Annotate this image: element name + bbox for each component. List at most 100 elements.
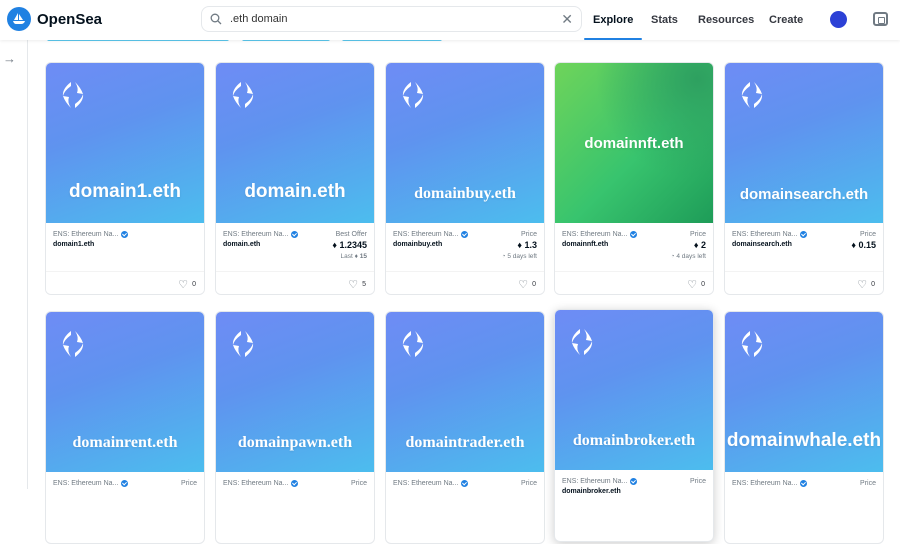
verified-icon <box>291 480 298 487</box>
card-footer: ♡5 <box>216 271 374 295</box>
asset-name: domain1.eth <box>53 241 197 248</box>
price-block: Price <box>690 478 706 485</box>
asset-image[interactable]: domainsearch.eth <box>725 63 883 223</box>
boat-icon <box>7 7 31 31</box>
card-footer: ♡0 <box>725 271 883 295</box>
image-domain-text: domainrent.eth <box>46 434 204 452</box>
price-block: Price♦ 1.3◔ 5 days left <box>502 231 537 260</box>
price-value: ♦ 2 <box>671 240 706 250</box>
ens-logo-icon <box>230 330 256 363</box>
clock-icon: ◔ <box>671 253 675 260</box>
asset-card[interactable]: domainbuy.ethENS: Ethereum Na...domainbu… <box>385 62 545 295</box>
image-domain-text: domainwhale.eth <box>725 430 883 452</box>
price-label: Price <box>690 478 706 485</box>
arrow-right-icon[interactable]: → <box>3 51 16 66</box>
asset-card[interactable]: domainrent.eth ENS: Ethereum Na...Price <box>45 311 205 544</box>
asset-image[interactable]: domain.eth <box>216 63 374 223</box>
asset-info: ENS: Ethereum Na...Price <box>216 472 374 520</box>
ens-logo-icon <box>60 81 86 114</box>
image-domain-text: domainpawn.eth <box>216 434 374 452</box>
time-left: ◔ 5 days left <box>502 253 537 260</box>
card-footer: ♡0 <box>555 271 713 295</box>
ens-logo-icon <box>739 330 765 363</box>
collection-link[interactable]: ENS: Ethereum Na... <box>732 480 876 487</box>
price-block: Price <box>521 480 537 487</box>
image-domain-text: domaintrader.eth <box>386 434 544 452</box>
nav-stats[interactable]: Stats <box>651 0 678 40</box>
like-count: 5 <box>362 281 366 288</box>
price-label: Price <box>351 480 367 487</box>
time-left: ◔ 4 days left <box>671 253 706 260</box>
verified-icon <box>800 480 807 487</box>
image-domain-text: domainbroker.eth <box>555 432 713 450</box>
collection-link[interactable]: ENS: Ethereum Na... <box>223 480 367 487</box>
last-sale: Last ♦ 15 <box>332 253 367 260</box>
asset-name: domainbroker.eth <box>562 488 706 495</box>
asset-card[interactable]: domainbroker.eth ENS: Ethereum Na... domai… <box>554 309 714 542</box>
collection-link[interactable]: ENS: Ethereum Na... <box>393 480 537 487</box>
collection-link[interactable]: ENS: Ethereum Na... <box>562 478 706 485</box>
verified-icon <box>121 231 128 238</box>
asset-image[interactable]: domainpawn.eth <box>216 312 374 472</box>
nav-create[interactable]: Create <box>769 0 803 40</box>
heart-icon[interactable]: ♡ <box>857 278 867 291</box>
heart-icon[interactable]: ♡ <box>518 278 528 291</box>
opensea-logo[interactable]: OpenSea <box>7 7 102 31</box>
search-bar[interactable]: ✕ <box>201 6 582 32</box>
top-header: OpenSea ✕ Explore Stats Resources Create <box>0 0 900 40</box>
wallet-icon[interactable] <box>873 12 888 26</box>
profile-avatar[interactable] <box>830 11 847 28</box>
asset-card[interactable]: domainwhale.eth ENS: Ethereum Na...Price <box>724 311 884 544</box>
asset-image[interactable]: domainbuy.eth <box>386 63 544 223</box>
filter-sidebar: → <box>0 40 28 489</box>
heart-icon[interactable]: ♡ <box>687 278 697 291</box>
asset-image[interactable]: domainrent.eth <box>46 312 204 472</box>
image-domain-text: domain.eth <box>216 181 374 203</box>
asset-card[interactable]: domainnft.ethENS: Ethereum Na...domainnf… <box>554 62 714 295</box>
ens-logo-icon <box>569 328 595 361</box>
asset-card[interactable]: domaintrader.eth ENS: Ethereum Na...Price <box>385 311 545 544</box>
asset-info: ENS: Ethereum Na... domain1.eth <box>46 223 204 271</box>
card-footer: ♡0 <box>46 271 204 295</box>
price-block: Price <box>181 480 197 487</box>
verified-icon <box>121 480 128 487</box>
collection-link[interactable]: ENS: Ethereum Na... <box>53 231 197 238</box>
brand-name: OpenSea <box>37 11 102 28</box>
ens-logo-icon <box>739 81 765 114</box>
asset-image[interactable]: domainbroker.eth <box>555 310 713 470</box>
heart-icon[interactable]: ♡ <box>348 278 358 291</box>
price-block: Price♦ 0.15 <box>851 231 876 250</box>
asset-image[interactable]: domainnft.eth <box>555 63 713 223</box>
price-label: Price <box>860 480 876 487</box>
nav-resources[interactable]: Resources <box>698 0 754 40</box>
price-label: Price <box>181 480 197 487</box>
price-value: ♦ 1.2345 <box>332 240 367 250</box>
collection-link[interactable]: ENS: Ethereum Na... <box>53 480 197 487</box>
search-input[interactable] <box>230 13 553 25</box>
ens-logo-icon <box>60 330 86 363</box>
asset-card[interactable]: domainsearch.ethENS: Ethereum Na...domai… <box>724 62 884 295</box>
asset-image[interactable]: domaintrader.eth <box>386 312 544 472</box>
nav-explore[interactable]: Explore <box>593 0 633 40</box>
verified-icon <box>630 231 637 238</box>
card-footer: ♡0 <box>386 271 544 295</box>
asset-card[interactable]: domainpawn.eth ENS: Ethereum Na...Price <box>215 311 375 544</box>
heart-icon[interactable]: ♡ <box>178 278 188 291</box>
asset-info: ENS: Ethereum Na...domainbuy.ethPrice♦ 1… <box>386 223 544 271</box>
asset-card[interactable]: domain1.eth ENS: Ethereum Na... domain1.et… <box>45 62 205 295</box>
asset-info: ENS: Ethereum Na...domain.ethBest Offer♦… <box>216 223 374 271</box>
asset-image[interactable]: domain1.eth <box>46 63 204 223</box>
verified-icon <box>461 480 468 487</box>
price-block: Price <box>351 480 367 487</box>
clear-search-icon[interactable]: ✕ <box>561 11 573 28</box>
asset-image[interactable]: domainwhale.eth <box>725 312 883 472</box>
asset-card[interactable]: domain.eth ENS: Ethereum Na...domain.ethB… <box>215 62 375 295</box>
asset-info: ENS: Ethereum Na...Price <box>46 472 204 520</box>
asset-info: ENS: Ethereum Na...Price <box>386 472 544 520</box>
verified-icon <box>630 478 637 485</box>
price-block: Price♦ 2◔ 4 days left <box>671 231 706 260</box>
verified-icon <box>291 231 298 238</box>
asset-info: ENS: Ethereum Na... domainbroker.eth Price <box>555 470 713 518</box>
asset-info: ENS: Ethereum Na...domainsearch.ethPrice… <box>725 223 883 271</box>
price-label: Best Offer <box>332 231 367 238</box>
